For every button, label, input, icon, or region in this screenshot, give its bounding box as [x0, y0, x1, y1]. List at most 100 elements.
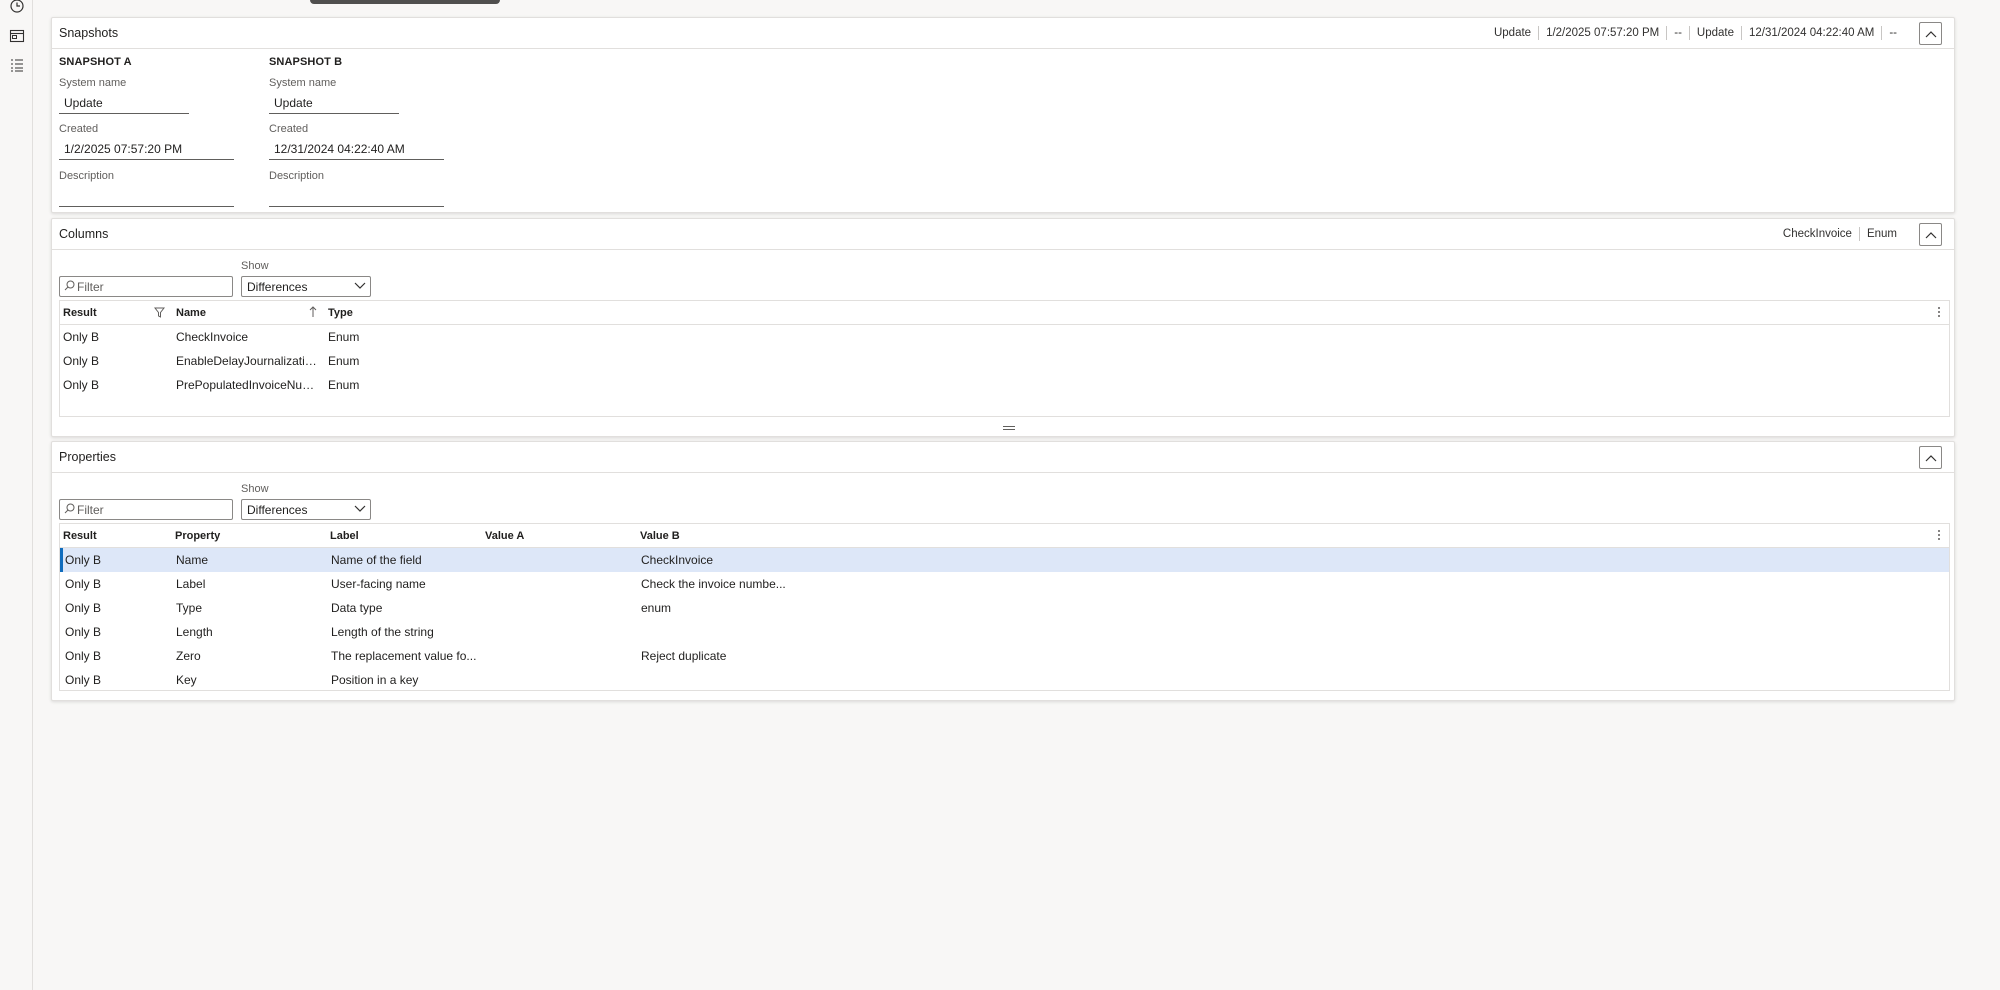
snapshot-a-system-name-field[interactable]: Update	[59, 92, 189, 114]
cell-property: Type	[176, 601, 203, 615]
more-options-icon[interactable]	[1937, 529, 1941, 541]
snapshot-a-description-field[interactable]	[59, 185, 234, 207]
cell-type: Enum	[328, 354, 360, 368]
table-row[interactable]: Only B Key Position in a key	[60, 668, 1949, 692]
cell-label: Name of the field	[331, 553, 422, 567]
snapshot-b-description-field[interactable]	[269, 185, 444, 207]
resize-handle[interactable]	[1003, 426, 1015, 430]
snapshots-summary: Update 1/2/2025 07:57:20 PM -- Update 12…	[1487, 26, 1904, 40]
snapshot-a-created-field[interactable]: 1/2/2025 07:57:20 PM	[59, 138, 234, 160]
show-label: Show	[241, 483, 269, 495]
table-row[interactable]: Only B EnableDelayJournalizatio... Enum	[60, 349, 1949, 373]
header-label[interactable]: Label	[330, 530, 359, 542]
header-result[interactable]: Result	[63, 530, 97, 542]
cell-label: User-facing name	[331, 577, 426, 591]
cell-label: Data type	[331, 601, 383, 615]
summary-field: CheckInvoice	[1782, 228, 1852, 240]
cell-name: PrePopulatedInvoiceNum...	[176, 378, 321, 392]
cell-label: Length of the string	[331, 625, 434, 639]
cell-result: Only B	[65, 577, 102, 591]
cell-type: Enum	[328, 378, 360, 392]
cell-property: Name	[176, 553, 209, 567]
cell-result: Only B	[65, 625, 102, 639]
chevron-down-icon	[354, 282, 366, 289]
cell-value-b: Reject duplicate	[641, 649, 727, 663]
columns-summary: CheckInvoice Enum	[1776, 227, 1904, 241]
summary-field: Update	[1493, 27, 1532, 39]
filter-funnel-icon[interactable]	[154, 307, 165, 318]
cell-result: Only B	[63, 378, 100, 392]
more-options-icon[interactable]	[1937, 306, 1941, 318]
snapshot-b-created-field[interactable]: 12/31/2024 04:22:40 AM	[269, 138, 444, 160]
snapshots-header[interactable]: Snapshots Update 1/2/2025 07:57:20 PM --…	[52, 18, 1954, 49]
summary-field: 12/31/2024 04:22:40 AM	[1741, 26, 1881, 40]
columns-grid: Result Name Type Only B CheckInvoice Enu…	[59, 300, 1950, 417]
modules-list-icon[interactable]	[9, 57, 25, 73]
cell-result: Only B	[65, 553, 102, 567]
select-value: Differences	[247, 503, 308, 517]
collapse-button[interactable]	[1919, 223, 1942, 246]
cell-value-b: CheckInvoice	[641, 553, 714, 567]
header-value-b[interactable]: Value B	[640, 530, 680, 542]
cell-property: Key	[176, 673, 197, 687]
system-name-label: System name	[269, 77, 337, 89]
properties-show-select[interactable]: Differences	[241, 499, 371, 520]
cell-result: Only B	[65, 649, 102, 663]
snapshot-b-system-name-field[interactable]: Update	[269, 92, 399, 114]
collapse-button[interactable]	[1919, 22, 1942, 45]
columns-show-select[interactable]: Differences	[241, 276, 371, 297]
grid-header: Result Name Type	[60, 301, 1949, 325]
cell-result: Only B	[63, 330, 100, 344]
table-row[interactable]: Only B PrePopulatedInvoiceNum... Enum	[60, 373, 1949, 397]
properties-header[interactable]: Properties	[52, 442, 1954, 473]
columns-filter-input[interactable]	[77, 279, 227, 295]
recent-clock-icon[interactable]	[9, 0, 25, 14]
header-name[interactable]: Name	[176, 307, 206, 319]
table-row[interactable]: Only B Length Length of the string	[60, 620, 1949, 644]
cell-name: CheckInvoice	[176, 330, 249, 344]
summary-field: Enum	[1858, 227, 1904, 241]
sort-ascending-icon[interactable]	[309, 306, 317, 318]
section-title: Snapshots	[59, 26, 119, 40]
snapshot-b-heading: SNAPSHOT B	[269, 56, 343, 68]
left-nav-rail	[0, 0, 33, 990]
system-name-label: System name	[59, 77, 127, 89]
table-row[interactable]: Only B CheckInvoice Enum	[60, 325, 1949, 349]
columns-section: Columns CheckInvoice Enum Show Differenc…	[51, 218, 1955, 437]
summary-field: --	[1666, 26, 1689, 40]
properties-filter-input[interactable]	[77, 502, 227, 518]
select-value: Differences	[247, 280, 308, 294]
summary-field: --	[1881, 26, 1904, 40]
chevron-up-icon	[1925, 231, 1936, 238]
table-row[interactable]: Only B Type Data type enum	[60, 596, 1949, 620]
header-value-a[interactable]: Value A	[485, 530, 524, 542]
header-type[interactable]: Type	[328, 307, 353, 319]
chevron-up-icon	[1925, 454, 1936, 461]
chevron-down-icon	[354, 505, 366, 512]
cell-label: Position in a key	[331, 673, 419, 687]
chevron-up-icon	[1925, 30, 1936, 37]
cell-label: The replacement value fo...	[331, 649, 477, 663]
columns-filter[interactable]	[59, 276, 233, 297]
cell-result: Only B	[63, 354, 100, 368]
snapshot-a-heading: SNAPSHOT A	[59, 56, 132, 68]
properties-filter[interactable]	[59, 499, 233, 520]
snapshots-section: Snapshots Update 1/2/2025 07:57:20 PM --…	[51, 17, 1955, 213]
table-row-selected[interactable]: Only B Name Name of the field CheckInvoi…	[60, 548, 1949, 572]
grid-header: Result Property Label Value A Value B	[60, 524, 1949, 548]
section-title: Properties	[59, 450, 116, 464]
cell-type: Enum	[328, 330, 360, 344]
cell-property: Length	[176, 625, 213, 639]
table-row[interactable]: Only B Label User-facing name Check the …	[60, 572, 1949, 596]
cell-value-b: Check the invoice numbe...	[641, 577, 786, 591]
columns-header[interactable]: Columns CheckInvoice Enum	[52, 219, 1954, 250]
table-row[interactable]: Only B Zero The replacement value fo... …	[60, 644, 1949, 668]
header-result[interactable]: Result	[63, 307, 97, 319]
description-label: Description	[59, 170, 115, 182]
collapse-button[interactable]	[1919, 446, 1942, 469]
workspace-icon[interactable]	[9, 28, 25, 44]
cell-value-b: enum	[641, 601, 672, 615]
show-label: Show	[241, 260, 269, 272]
header-property[interactable]: Property	[175, 530, 220, 542]
summary-field: Update	[1688, 26, 1741, 40]
